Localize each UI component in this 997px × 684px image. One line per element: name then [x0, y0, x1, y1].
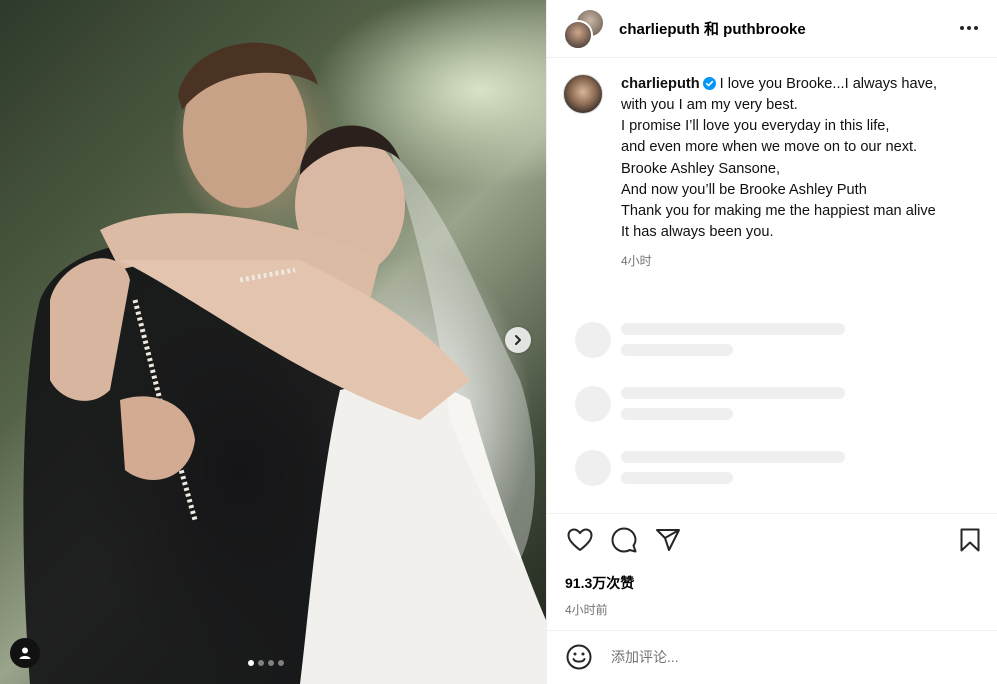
like-count[interactable]: 91.3万次赞: [547, 567, 997, 593]
share-button[interactable]: [653, 525, 683, 555]
caption-line: Brooke Ashley Sansone,: [621, 160, 781, 177]
action-bar: [547, 512, 997, 567]
more-horizontal-icon: [960, 26, 978, 31]
share-icon: [656, 529, 680, 552]
wedding-photo-illustration: [23, 42, 546, 684]
skeleton-avatar: [575, 385, 611, 422]
post-dialog: charlieputh 和 puthbrooke charlieputh I l…: [0, 0, 997, 684]
caption-line: It has always been you.: [621, 224, 774, 241]
post-header: charlieputh 和 puthbrooke: [547, 0, 997, 58]
carousel-indicators: [248, 660, 284, 666]
skeleton-avatar: [575, 321, 611, 358]
chevron-right-icon: [515, 335, 521, 345]
skeleton-line: [621, 387, 845, 400]
post-authors[interactable]: charlieputh 和 puthbrooke: [619, 18, 957, 39]
carousel-dot: [268, 660, 274, 666]
caption-line: I love you Brooke...I always have,: [719, 75, 938, 92]
skeleton-line: [621, 472, 733, 485]
comment-input[interactable]: [609, 648, 981, 667]
caption: charlieputh I love you Brooke...I always…: [547, 58, 997, 273]
caption-timestamp[interactable]: 4小时: [621, 251, 937, 272]
more-options-button[interactable]: [957, 16, 981, 40]
caption-body: charlieputh I love you Brooke...I always…: [621, 74, 937, 273]
comment-button[interactable]: [609, 525, 639, 555]
tagged-users-button[interactable]: [10, 638, 40, 668]
skeleton-line: [621, 408, 733, 421]
caption-line: I promise I’ll love you everyday in this…: [621, 118, 890, 135]
next-slide-button[interactable]: [505, 327, 531, 353]
skeleton-avatar: [575, 449, 611, 486]
heart-icon: [567, 528, 593, 552]
skeleton-line: [621, 323, 845, 336]
skeleton-line: [621, 344, 733, 357]
comment-bar: [547, 629, 997, 684]
bookmark-icon: [960, 528, 980, 552]
caption-line: with you I am my very best.: [621, 97, 798, 113]
carousel-dot: [248, 660, 254, 666]
verified-badge-icon: [702, 76, 716, 90]
caption-line: And now you’ll be Brooke Ashley Puth: [621, 181, 867, 198]
carousel-dot: [258, 660, 264, 666]
emoji-icon: [566, 644, 592, 670]
collab-avatars[interactable]: [563, 8, 605, 51]
caption-username[interactable]: charlieputh: [621, 76, 700, 92]
like-button[interactable]: [565, 525, 595, 555]
carousel-dot: [278, 660, 284, 666]
comments-loading: [547, 273, 997, 513]
user-icon: [19, 647, 31, 659]
avatar: [563, 20, 593, 51]
avatar[interactable]: [563, 73, 603, 114]
post-photo[interactable]: [0, 0, 546, 684]
save-button[interactable]: [955, 525, 985, 555]
caption-line: Thank you for making me the happiest man…: [621, 203, 936, 220]
comment-skeleton: [575, 321, 981, 359]
skeleton-line: [621, 451, 845, 464]
emoji-button[interactable]: [565, 643, 593, 671]
post-timestamp[interactable]: 4小时前: [547, 593, 997, 630]
comment-icon: [611, 527, 637, 553]
post-side-panel: charlieputh 和 puthbrooke charlieputh I l…: [546, 0, 997, 684]
comment-skeleton: [575, 385, 981, 423]
caption-line: and even more when we move on to our nex…: [621, 139, 918, 156]
comment-skeleton: [575, 449, 981, 487]
